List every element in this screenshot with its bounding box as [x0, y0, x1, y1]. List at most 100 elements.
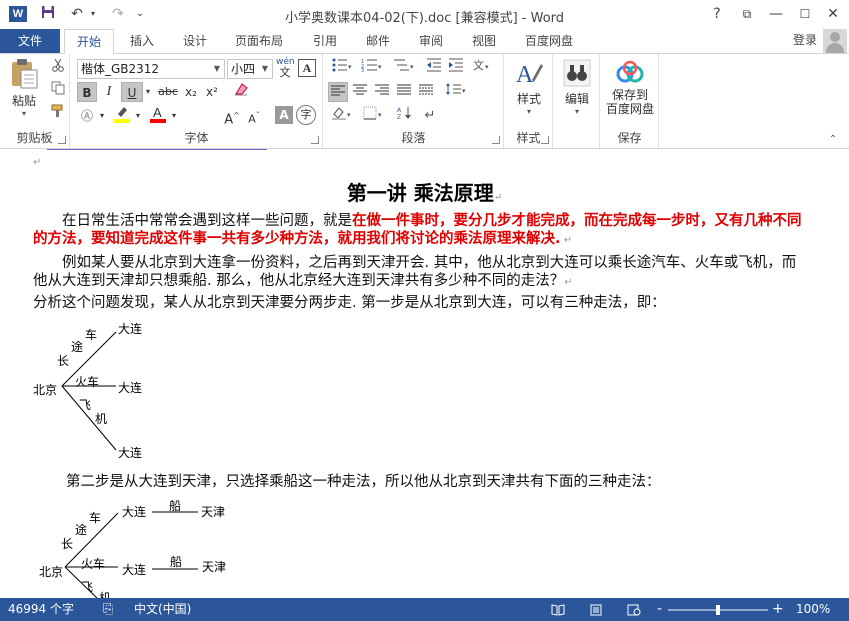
superscript-button[interactable]: x² — [202, 82, 222, 102]
maximize-button[interactable]: ☐ — [791, 4, 819, 24]
minimize-button[interactable]: — — [762, 4, 790, 24]
copy-icon[interactable] — [48, 81, 68, 101]
bullets-icon[interactable]: ▾ — [328, 58, 356, 78]
paste-dropdown-icon[interactable]: ▾ — [6, 109, 42, 118]
svg-text:▾: ▾ — [410, 63, 414, 71]
help-button[interactable]: ? — [703, 4, 731, 24]
diagram2-dest-top: 天津 — [201, 505, 226, 519]
cut-icon[interactable] — [48, 58, 68, 78]
close-button[interactable]: ✕ — [819, 4, 847, 24]
collapse-ribbon-icon[interactable]: ⌃ — [826, 130, 840, 150]
shrink-font-button[interactable]: Aˇ — [243, 106, 265, 126]
tab-references[interactable]: 引用 — [303, 29, 347, 53]
tab-insert[interactable]: 插入 — [120, 29, 164, 53]
font-name-value: 楷体_GB2312 — [81, 62, 160, 76]
styles-button[interactable]: A 样式 ▾ — [509, 58, 549, 116]
sort-icon[interactable]: AZ — [394, 106, 416, 126]
tab-home[interactable]: 开始 — [64, 29, 114, 54]
diagram1-label-che: 车 — [85, 328, 98, 342]
styles-group: A 样式 ▾ 样式 — [505, 54, 553, 148]
selection-ruler-line — [47, 149, 267, 150]
font-name-combo[interactable]: 楷体_GB2312 ▼ — [77, 59, 225, 79]
multilevel-list-icon[interactable]: ▾ — [390, 58, 418, 78]
text-effects-dropdown-icon[interactable]: ▾ — [97, 106, 107, 126]
font-group: 楷体_GB2312 ▼ 小四 ▼ wén 文 A B I U ▾ abc x₂ … — [71, 54, 323, 148]
clipboard-launcher-icon[interactable] — [58, 136, 66, 144]
font-launcher-icon[interactable] — [311, 136, 319, 144]
tab-baidu-pan[interactable]: 百度网盘 — [516, 29, 582, 53]
highlight-color-button[interactable] — [111, 104, 133, 124]
phonetic-guide-button[interactable]: wén 文 — [276, 58, 295, 79]
chinese-layout-icon[interactable]: 文 ▾ — [470, 58, 498, 78]
text-effects-button[interactable]: Ⓐ — [77, 106, 97, 126]
language-indicator[interactable]: 中文(中国) — [134, 598, 191, 621]
grow-font-button[interactable]: A^ — [221, 106, 243, 127]
zoom-in-button[interactable]: + — [772, 598, 784, 621]
distributed-icon[interactable] — [416, 82, 436, 102]
proofing-icon[interactable]: ⎘ — [103, 598, 113, 621]
character-shading-button[interactable]: A — [275, 106, 293, 124]
subscript-button[interactable]: x₂ — [181, 82, 201, 102]
svg-text:▾: ▾ — [378, 111, 382, 119]
chevron-down-icon[interactable]: ▼ — [210, 60, 224, 78]
font-size-combo[interactable]: 小四 ▼ — [227, 59, 273, 79]
paste-button[interactable]: 粘贴 ▾ — [6, 58, 42, 118]
word-count[interactable]: 46994 个字 — [8, 598, 74, 621]
editing-dropdown-icon[interactable]: ▾ — [558, 107, 596, 116]
read-mode-icon[interactable] — [551, 598, 565, 621]
clear-formatting-icon[interactable] — [231, 82, 251, 102]
justify-icon[interactable] — [394, 82, 414, 102]
svg-text:A: A — [153, 105, 162, 120]
increase-indent-icon[interactable] — [446, 58, 466, 78]
align-center-icon[interactable] — [350, 82, 370, 102]
diagram1-dest-middle: 大连 — [118, 381, 143, 395]
shading-icon[interactable]: ▾ — [328, 106, 356, 126]
tab-design[interactable]: 设计 — [173, 29, 217, 53]
numbering-icon[interactable]: 1 2 3 ▾ — [358, 58, 386, 78]
sign-in-link[interactable]: 登录 — [793, 29, 817, 51]
paste-icon — [12, 59, 38, 89]
tab-file[interactable]: 文件 — [0, 29, 60, 53]
align-left-icon[interactable] — [328, 82, 348, 102]
chevron-down-icon[interactable]: ▼ — [258, 60, 272, 78]
diagram2-label-fei: 飞 — [81, 580, 94, 594]
format-painter-icon[interactable] — [48, 104, 68, 124]
tab-review[interactable]: 审阅 — [409, 29, 453, 53]
underline-button[interactable]: U — [121, 82, 143, 102]
align-right-icon[interactable] — [372, 82, 392, 102]
tab-mailings[interactable]: 邮件 — [356, 29, 400, 53]
bold-button[interactable]: B — [77, 82, 97, 102]
zoom-level[interactable]: 100% — [796, 598, 830, 621]
status-bar: 46994 个字 ⎘ 中文(中国) - + 100% — [0, 598, 849, 621]
show-formatting-marks-icon[interactable]: ↵ — [420, 106, 440, 126]
italic-button[interactable]: I — [100, 82, 118, 102]
styles-launcher-icon[interactable] — [541, 136, 549, 144]
tab-view[interactable]: 视图 — [462, 29, 506, 53]
strikethrough-button[interactable]: abc — [156, 82, 180, 102]
decrease-indent-icon[interactable] — [424, 58, 444, 78]
zoom-out-button[interactable]: - — [657, 598, 662, 621]
ribbon-display-options-button[interactable]: ⧉ — [733, 4, 761, 24]
styles-dropdown-icon[interactable]: ▾ — [509, 107, 549, 116]
web-layout-icon[interactable] — [627, 598, 641, 621]
paragraph-group-label: 段落 — [401, 131, 426, 145]
save-to-baidu-button[interactable]: 保存到 百度网盘 — [602, 58, 658, 116]
zoom-slider[interactable] — [668, 604, 770, 616]
line-spacing-icon[interactable]: ▾ — [442, 82, 470, 102]
paragraph-launcher-icon[interactable] — [492, 136, 500, 144]
user-avatar-icon[interactable] — [823, 29, 847, 53]
highlight-dropdown-icon[interactable]: ▾ — [133, 106, 143, 126]
enclose-characters-button[interactable]: 字 — [296, 105, 316, 125]
underline-dropdown-icon[interactable]: ▾ — [143, 82, 153, 102]
diagram1-label-ji: 机 — [95, 412, 108, 426]
font-color-button[interactable]: A — [147, 104, 169, 124]
diagram2-label-chang: 长 — [61, 537, 74, 551]
print-layout-icon[interactable] — [590, 598, 602, 621]
paragraph-2-text: 例如某人要从北京到大连拿一份资料，之后再到天津开会. 其中，他从北京到大连可以乘… — [33, 255, 797, 289]
character-border-button[interactable]: A — [298, 59, 316, 77]
editing-button[interactable]: 编辑 ▾ — [558, 58, 596, 116]
document-area[interactable]: ↵ 第一讲 乘法原理↵ 在日常生活中常常会遇到这样一些问题，就是在做一件事时，要… — [0, 149, 849, 598]
borders-icon[interactable]: ▾ — [360, 106, 388, 126]
tab-page-layout[interactable]: 页面布局 — [228, 29, 290, 53]
font-color-dropdown-icon[interactable]: ▾ — [169, 106, 179, 126]
